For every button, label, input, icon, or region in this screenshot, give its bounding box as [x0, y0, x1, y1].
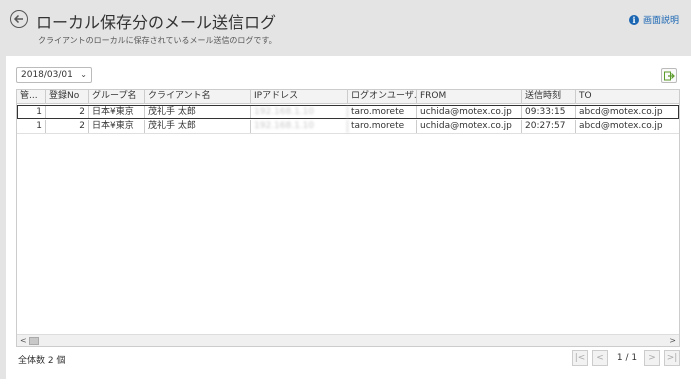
prev-page-button[interactable]: < — [592, 350, 608, 366]
export-icon — [664, 71, 675, 81]
prev-page-icon: < — [596, 353, 604, 363]
cell-kan: 1 — [17, 120, 46, 133]
first-page-button[interactable]: |< — [572, 350, 588, 366]
cell-ip: 192.168.1.10 — [251, 106, 348, 118]
scroll-left-icon[interactable]: < — [20, 335, 27, 346]
help-label: 画面説明 — [642, 16, 679, 26]
cell-logon-user: taro.morete — [348, 120, 417, 133]
export-button[interactable] — [661, 68, 677, 83]
column-header-time[interactable]: 送信時刻 — [522, 90, 576, 103]
next-page-button[interactable]: > — [644, 350, 660, 366]
page-subtitle: クライアントのローカルに保存されているメール送信のログです。 — [38, 36, 277, 45]
total-count: 全体数 2 個 — [18, 356, 66, 366]
table-header: 管... 登録No グループ名 クライアント名 IPアドレス ログオンユーザ..… — [17, 90, 679, 104]
cell-time: 09:33:15 — [522, 106, 576, 118]
info-icon: i — [628, 14, 639, 25]
cell-group: 日本¥東京 — [89, 106, 145, 118]
cell-reg-no: 2 — [46, 120, 89, 133]
column-header-logon-user[interactable]: ログオンユーザ... — [348, 90, 417, 103]
back-button[interactable] — [10, 10, 28, 28]
scroll-thumb[interactable] — [29, 337, 39, 345]
help-link[interactable]: i 画面説明 — [628, 13, 679, 26]
column-header-group[interactable]: グループ名 — [89, 90, 145, 103]
date-select[interactable]: 2018/03/01 ⌄ — [16, 67, 92, 83]
column-header-kan[interactable]: 管... — [17, 90, 46, 103]
cell-client: 茂礼手 太郎 — [145, 120, 251, 133]
scroll-right-icon[interactable]: > — [669, 335, 676, 346]
cell-logon-user: taro.morete — [348, 106, 417, 118]
back-arrow-icon — [13, 14, 23, 24]
next-page-icon: > — [648, 353, 656, 363]
last-page-button[interactable]: >| — [664, 350, 680, 366]
column-header-client[interactable]: クライアント名 — [145, 90, 251, 103]
left-strip — [0, 56, 6, 379]
column-header-from[interactable]: FROM — [417, 90, 522, 103]
cell-time: 20:27:57 — [522, 120, 576, 133]
log-table: 管... 登録No グループ名 クライアント名 IPアドレス ログオンユーザ..… — [16, 89, 680, 347]
horizontal-scrollbar[interactable]: < > — [17, 334, 679, 346]
table-row[interactable]: 1 2 日本¥東京 茂礼手 太郎 192.168.1.10 taro.moret… — [17, 105, 679, 119]
last-page-icon: >| — [666, 353, 678, 363]
column-header-to[interactable]: TO — [576, 90, 679, 103]
cell-to: abcd@motex.co.jp — [579, 121, 663, 131]
page-title: ローカル保存分のメール送信ログ — [36, 13, 277, 32]
cell-group: 日本¥東京 — [89, 120, 145, 133]
cell-to: abcd@motex.co.jp — [579, 107, 663, 117]
column-header-reg-no[interactable]: 登録No — [46, 90, 89, 103]
column-header-ip[interactable]: IPアドレス — [251, 90, 348, 103]
chevron-down-icon: ⌄ — [80, 70, 87, 79]
cell-client: 茂礼手 太郎 — [145, 106, 251, 118]
table-row[interactable]: 1 2 日本¥東京 茂礼手 太郎 192.168.1.10 taro.moret… — [17, 120, 679, 134]
cell-from: uchida@motex.co.jp — [417, 106, 522, 118]
page-info: 1 / 1 — [616, 353, 638, 363]
cell-kan: 1 — [18, 106, 46, 118]
cell-ip: 192.168.1.10 — [251, 120, 348, 133]
page-header: ローカル保存分のメール送信ログ クライアントのローカルに保存されているメール送信… — [0, 0, 691, 56]
cell-from: uchida@motex.co.jp — [417, 120, 522, 133]
date-select-value: 2018/03/01 — [21, 70, 73, 80]
cell-reg-no: 2 — [46, 106, 89, 118]
first-page-icon: |< — [574, 353, 586, 363]
